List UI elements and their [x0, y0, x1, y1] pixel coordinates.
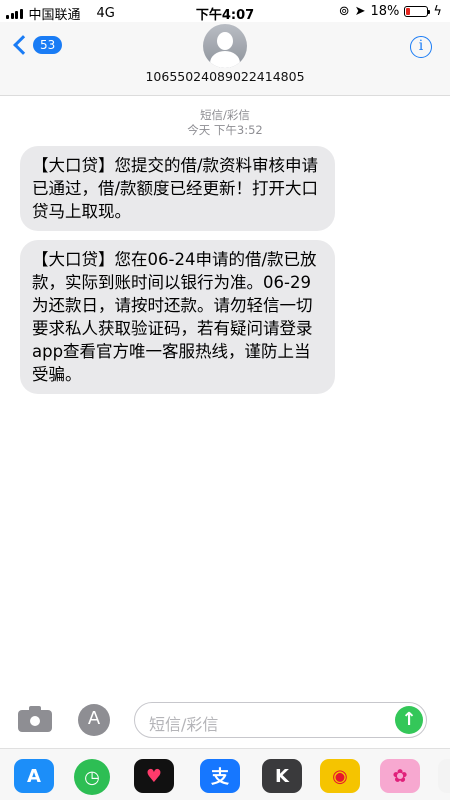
unread-count-badge: 53: [33, 36, 63, 54]
clock-icon[interactable]: ◷: [74, 759, 110, 795]
camera-icon[interactable]: [18, 706, 52, 732]
weibo-icon[interactable]: ◉: [320, 759, 360, 793]
info-icon[interactable]: i: [410, 36, 432, 58]
app-store-icon[interactable]: A: [14, 759, 54, 793]
battery-level: [406, 8, 411, 15]
orientation-lock-icon: ⊚: [338, 4, 350, 19]
send-button[interactable]: ↑: [395, 706, 423, 734]
location-icon: ➤: [354, 4, 366, 19]
back-button[interactable]: 53: [10, 35, 63, 55]
avatar[interactable]: [203, 24, 247, 68]
sticker-icon[interactable]: ✿: [380, 759, 420, 793]
app-store-button[interactable]: A: [78, 704, 110, 736]
message-bubble[interactable]: 【大口贷】您提交的借/款资料审核申请已通过，借/款额度已经更新！打开大口贷马上取…: [20, 146, 335, 231]
input-bar: A 短信/彩信 ↑: [0, 700, 450, 742]
battery-percent: 18%: [370, 4, 400, 19]
app-drawer: A ◷ ♥ 支 K ◉ ✿: [0, 748, 450, 800]
conversation-meta: 短信/彩信 今天 下午3:52: [0, 108, 450, 138]
k-app-icon[interactable]: K: [262, 759, 302, 793]
timestamp: 今天 下午3:52: [187, 123, 263, 137]
charging-icon: ϟ: [433, 4, 442, 19]
battery-icon: [404, 6, 431, 17]
contact-number[interactable]: 10655024089022414805: [0, 69, 450, 84]
heart-icon[interactable]: ♥: [134, 759, 174, 793]
status-right: ⊚ ➤ 18% ϟ: [339, 4, 442, 19]
status-bar: 中国联通 4G 下午4:07 ⊚ ➤ 18% ϟ: [0, 0, 450, 23]
more-icon[interactable]: [438, 759, 450, 793]
alipay-icon[interactable]: 支: [200, 759, 240, 793]
message-input[interactable]: 短信/彩信 ↑: [134, 702, 427, 738]
conversation-header: 53 10655024089022414805 i: [0, 22, 450, 96]
service-label: 短信/彩信: [200, 108, 250, 122]
message-placeholder: 短信/彩信: [149, 715, 219, 734]
chevron-left-icon: [13, 35, 33, 55]
message-bubble[interactable]: 【大口贷】您在06-24申请的借/款已放款，实际到账时间以银行为准。06-29为…: [20, 240, 335, 394]
